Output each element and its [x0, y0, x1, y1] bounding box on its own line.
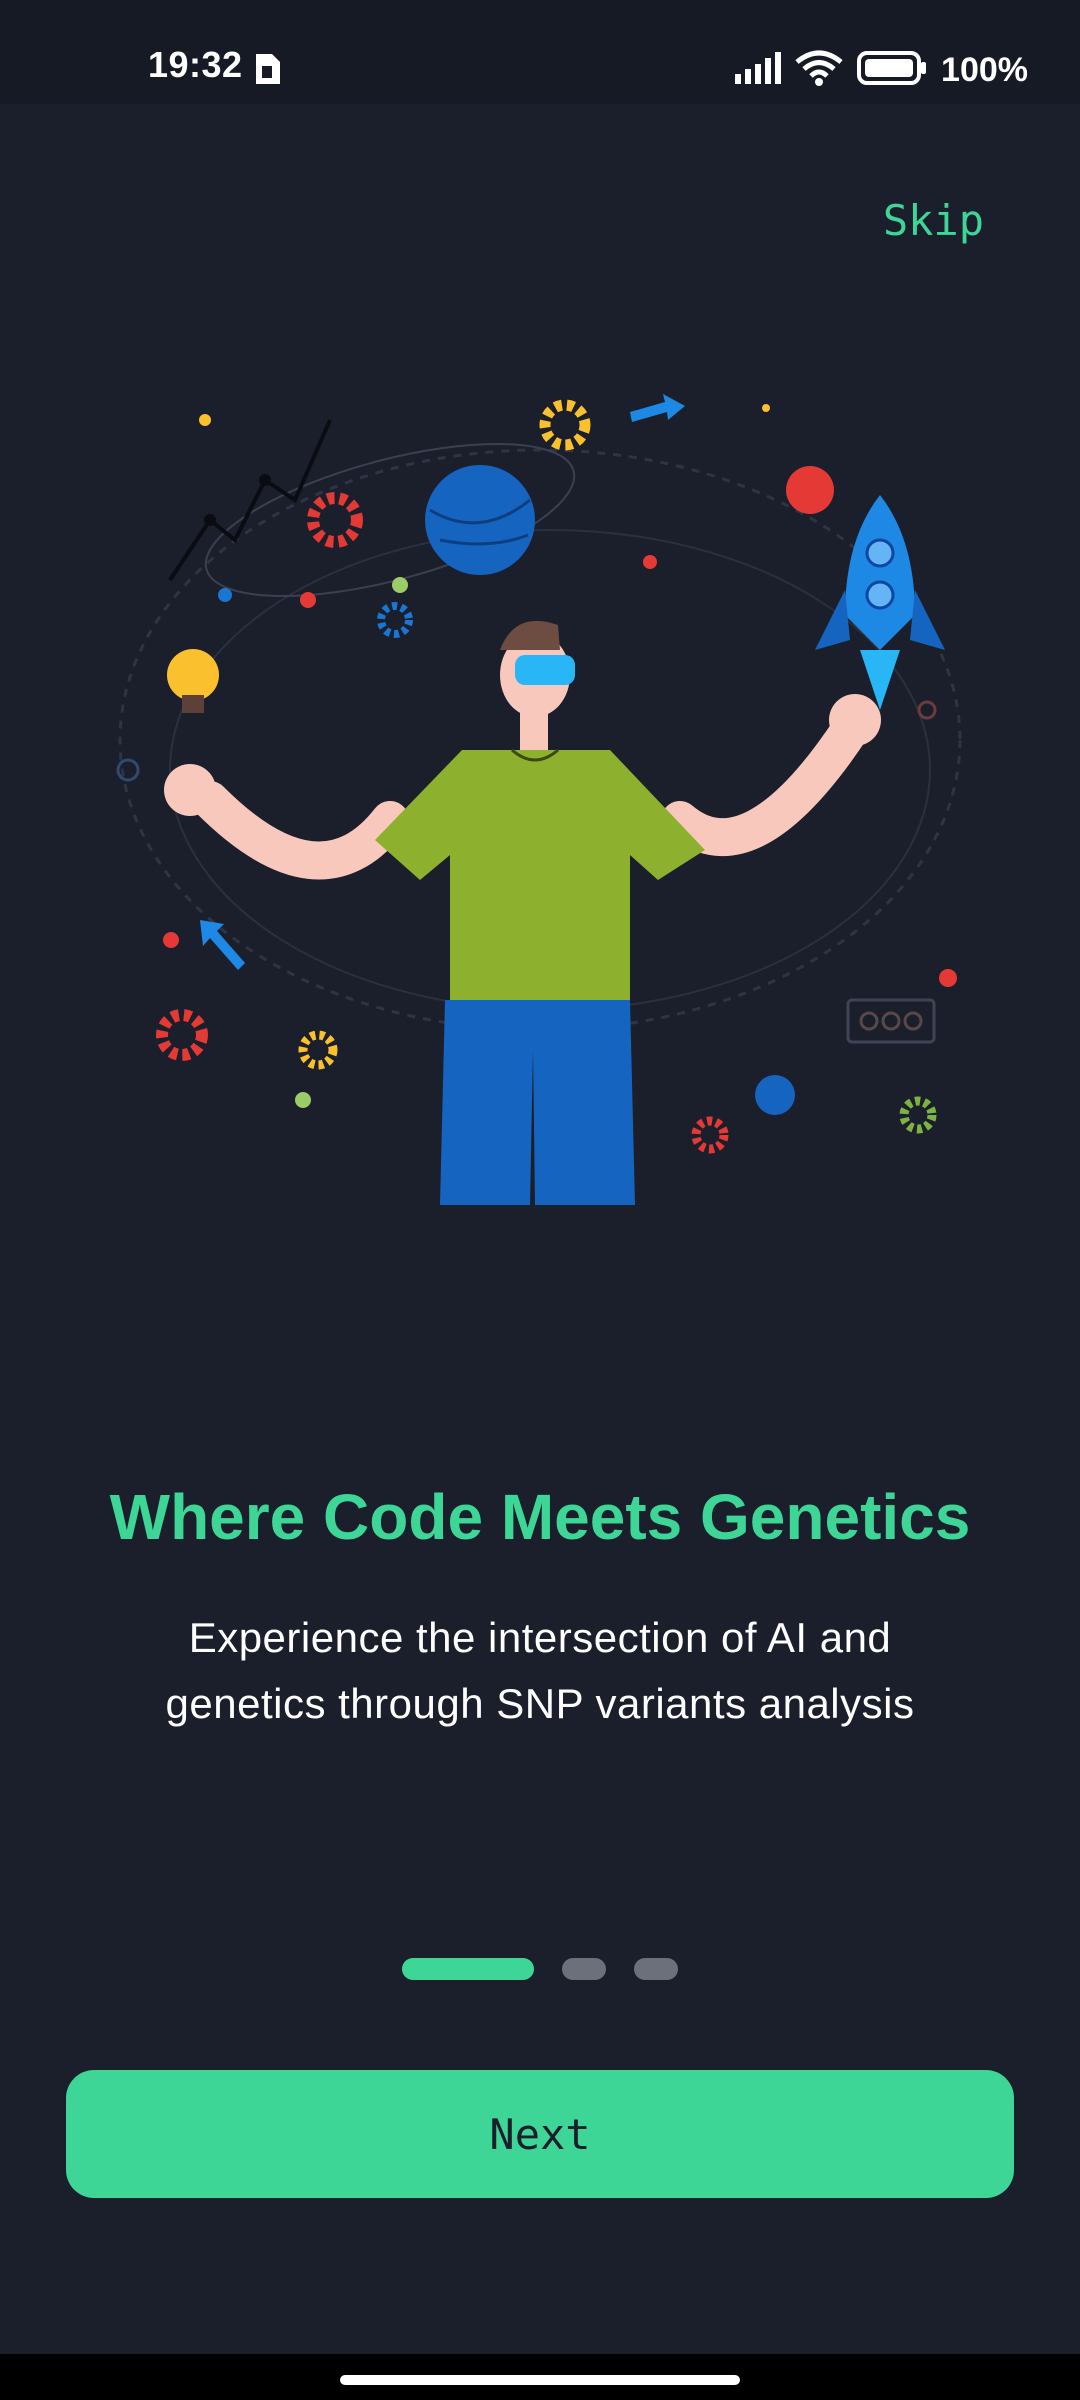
- skip-button[interactable]: Skip: [883, 196, 984, 245]
- page-indicator: [0, 1958, 1080, 1980]
- status-bar: 19:32 100%: [0, 0, 1080, 104]
- onboarding-subtitle: Experience the intersection of AI and ge…: [110, 1605, 970, 1737]
- page-dot-1[interactable]: [402, 1958, 534, 1980]
- status-icons: 100%: [733, 46, 1028, 94]
- subtitle-line-1: Experience the intersection of AI and: [188, 1614, 892, 1661]
- onboarding-illustration: [90, 350, 990, 1210]
- page-dot-2[interactable]: [562, 1958, 606, 1980]
- next-button[interactable]: Next: [66, 2070, 1014, 2198]
- wifi-icon: [795, 50, 843, 91]
- page-dot-3[interactable]: [634, 1958, 678, 1980]
- battery-percentage: 100%: [941, 50, 1028, 89]
- home-indicator[interactable]: [340, 2375, 740, 2385]
- subtitle-line-2: genetics through SNP variants analysis: [165, 1680, 915, 1727]
- status-time: 19:32: [148, 44, 243, 85]
- sim-card-icon: [250, 52, 284, 91]
- signal-icon: [733, 51, 782, 89]
- battery-icon: [857, 50, 927, 90]
- onboarding-title: Where Code Meets Genetics: [109, 1481, 971, 1553]
